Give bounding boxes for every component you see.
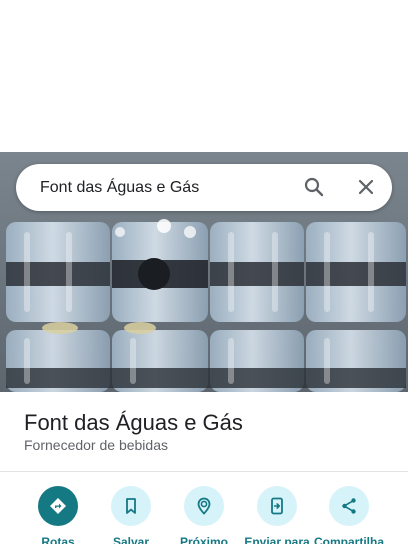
action-bar: Rotas Salvar Próximo Enviar para Compart… <box>0 486 408 544</box>
place-sheet: Font das Águas e Gás Font das Águas e Gá… <box>0 0 408 544</box>
divider <box>0 471 408 472</box>
share-label: Compartilha <box>313 535 384 544</box>
search-input[interactable]: Font das Águas e Gás <box>40 164 199 211</box>
bookmark-icon <box>111 486 151 526</box>
share-icon <box>329 486 369 526</box>
send-to-phone-icon <box>257 486 297 526</box>
nearby-icon <box>184 486 224 526</box>
place-title: Font das Águas e Gás <box>24 410 243 435</box>
close-icon[interactable] <box>354 175 378 199</box>
directions-icon <box>38 486 78 526</box>
search-icon[interactable] <box>302 175 326 199</box>
search-bar[interactable]: Font das Águas e Gás <box>16 164 392 211</box>
map-area[interactable] <box>0 0 408 152</box>
share-button[interactable]: Compartilha <box>309 486 389 544</box>
place-category: Fornecedor de bebidas <box>24 437 168 453</box>
